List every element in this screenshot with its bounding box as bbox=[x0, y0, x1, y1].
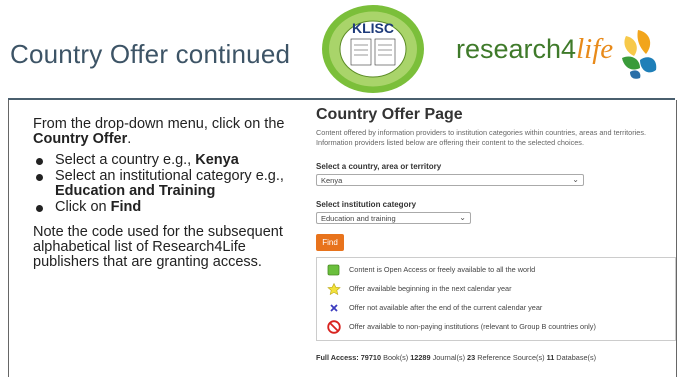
description-line-1: Content offered by information providers… bbox=[316, 128, 647, 137]
bullet-bold: Education and Training bbox=[55, 183, 216, 199]
legend-text: Offer available to non-paying institutio… bbox=[349, 322, 596, 331]
country-select-label: Select a country, area or territory bbox=[316, 162, 442, 171]
chevron-down-icon: ⌄ bbox=[572, 175, 579, 184]
instruction-bullets: Select a country e.g., Kenya Select an i… bbox=[33, 153, 313, 215]
klisc-logo: KLISC bbox=[322, 5, 424, 93]
star-icon bbox=[327, 283, 341, 295]
title-band: Country Offer continued KLISC research4l… bbox=[0, 0, 683, 98]
legend-box: Content is Open Access or freely availab… bbox=[316, 257, 676, 341]
intro-bold: Country Offer bbox=[33, 131, 128, 147]
category-select-label: Select institution category bbox=[316, 200, 417, 209]
instruction-note: Note the code used for the subsequent al… bbox=[33, 224, 283, 270]
totals-journals-count: 12289 bbox=[410, 353, 431, 362]
research4life-logo: research4life bbox=[456, 33, 613, 66]
country-offer-description: Content offered by information providers… bbox=[316, 128, 676, 148]
legend-text: Content is Open Access or freely availab… bbox=[349, 265, 536, 274]
bullet-text: Click on bbox=[55, 199, 111, 215]
legend-text: Offer available beginning in the next ca… bbox=[349, 284, 512, 293]
intro-end: . bbox=[127, 131, 132, 147]
research4life-leaf-icon bbox=[622, 30, 657, 79]
intro-text: From the drop-down menu, click on the bbox=[33, 116, 285, 132]
totals-dbs-unit: Database(s) bbox=[554, 353, 597, 362]
totals-books-count: 79710 bbox=[360, 353, 382, 362]
cross-icon bbox=[330, 304, 338, 312]
find-button[interactable]: Find bbox=[316, 234, 344, 251]
totals-refs-unit: Reference Source(s) bbox=[475, 353, 547, 362]
bullet-text: Select a country e.g., bbox=[55, 152, 196, 168]
country-offer-page-title: Country Offer Page bbox=[316, 106, 463, 123]
r4l-plain-text: research4 bbox=[456, 34, 577, 64]
totals-journals-unit: Journal(s) bbox=[430, 353, 468, 362]
bullet-country: Select a country e.g., Kenya bbox=[33, 153, 313, 168]
category-select-value: Education and training bbox=[321, 214, 396, 223]
bullet-bold: Find bbox=[110, 199, 142, 215]
chevron-down-icon: ⌄ bbox=[459, 213, 466, 222]
bullet-find: Click on Find bbox=[33, 200, 313, 215]
content-left-border bbox=[8, 100, 9, 377]
no-symbol-icon bbox=[327, 320, 341, 334]
full-access-totals: Full Access: 79710 Book(s) 12289 Journal… bbox=[316, 353, 596, 362]
slide: Country Offer continued KLISC research4l… bbox=[0, 0, 683, 377]
slide-title: Country Offer continued bbox=[10, 39, 291, 69]
instructions-column: From the drop-down menu, click on the Co… bbox=[33, 117, 313, 276]
bullet-text: Select an institutional category e.g., bbox=[55, 168, 284, 184]
content-right-border bbox=[676, 100, 677, 377]
country-select[interactable]: Kenya ⌄ bbox=[316, 174, 584, 186]
instruction-intro: From the drop-down menu, click on the Co… bbox=[33, 117, 313, 147]
title-divider bbox=[8, 98, 675, 100]
category-select[interactable]: Education and training ⌄ bbox=[316, 212, 471, 224]
country-offer-screenshot: Country Offer Page Content offered by in… bbox=[310, 104, 676, 377]
totals-label: Full Access: bbox=[316, 353, 361, 362]
r4l-italic-text: life bbox=[576, 33, 614, 65]
bullet-category: Select an institutional category e.g., E… bbox=[33, 169, 313, 199]
totals-refs-count: 23 bbox=[467, 353, 476, 362]
klisc-logo-text: KLISC bbox=[352, 20, 394, 36]
totals-books-unit: Book(s) bbox=[381, 353, 411, 362]
description-line-2: Information providers listed below are o… bbox=[316, 138, 584, 147]
bullet-bold: Kenya bbox=[195, 152, 239, 168]
open-access-square-icon bbox=[327, 264, 340, 276]
country-select-value: Kenya bbox=[321, 176, 343, 185]
legend-text: Offer not available after the end of the… bbox=[349, 303, 543, 312]
